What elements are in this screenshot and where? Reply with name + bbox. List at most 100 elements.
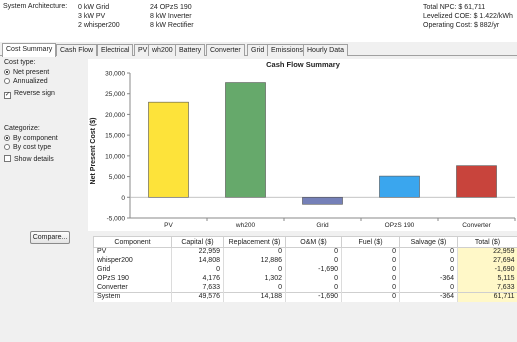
x-tick-label: OPzS 190 [385, 222, 415, 229]
architecture-item: 8 kW Rectifier [150, 22, 194, 29]
tab-electrical[interactable]: Electrical [97, 44, 134, 56]
by-component-label: By component [13, 135, 58, 142]
table-cell: 0 [341, 265, 400, 275]
column-header[interactable]: Total ($) [457, 236, 517, 248]
checkbox-icon[interactable] [4, 155, 11, 162]
system-architecture-label: System Architecture: [3, 3, 68, 10]
table-cell: 0 [341, 247, 400, 257]
column-header[interactable]: Component [93, 236, 172, 248]
table-row[interactable]: whisper200 14,808 12,886 0 0 0 27,694 [93, 256, 517, 266]
table-cell: 0 [285, 283, 342, 293]
total-npc: Total NPC: $ 61,711 [423, 4, 486, 11]
radio-selected-icon[interactable] [4, 135, 10, 141]
y-tick-label: 25,000 [105, 91, 125, 98]
categorize-label: Categorize: [4, 125, 40, 132]
bar-grid[interactable] [302, 196, 343, 205]
bar-opzs-190[interactable] [379, 175, 420, 198]
table-cell: 0 [341, 292, 400, 302]
table-cell: 0 [399, 283, 458, 293]
tab-grid[interactable]: Grid [247, 44, 269, 56]
table-cell: 5,115 [457, 274, 517, 284]
y-axis-label: Net Present Cost ($) [90, 118, 97, 185]
y-tick-label: -5,000 [107, 216, 126, 223]
architecture-item: 8 kW Inverter [150, 13, 192, 20]
table-cell: 14,188 [223, 292, 286, 302]
table-row[interactable]: System 49,576 14,188 -1,690 0 -364 61,711 [93, 292, 517, 302]
reverse-sign-label: Reverse sign [14, 90, 55, 97]
component-name-cell: PV [93, 247, 172, 257]
table-cell: 0 [223, 247, 286, 257]
table-cell: 27,694 [457, 256, 517, 266]
annualized-radio[interactable]: Annualized [4, 77, 48, 86]
table-row[interactable]: Converter 7,633 0 0 0 0 7,633 [93, 283, 517, 293]
tab-wh200[interactable]: wh200 [148, 44, 177, 56]
table-cell: 0 [399, 256, 458, 266]
y-tick-label: 0 [121, 195, 125, 202]
bar-wh200[interactable] [225, 82, 266, 198]
tab-hourly-data[interactable]: Hourly Data [303, 44, 348, 56]
component-name-cell: Converter [93, 283, 172, 293]
bar-converter[interactable] [456, 165, 497, 198]
column-header[interactable]: Salvage ($) [399, 236, 458, 248]
component-name-cell: whisper200 [93, 256, 172, 266]
tab-converter[interactable]: Converter [206, 44, 245, 56]
table-cell: -364 [399, 274, 458, 284]
cost-type-label: Cost type: [4, 59, 36, 66]
net-present-radio[interactable]: Net present [4, 68, 49, 77]
component-name-cell: OPzS 190 [93, 274, 172, 284]
table-cell: 7,633 [457, 283, 517, 293]
table-row[interactable]: Grid 0 0 -1,690 0 0 -1,690 [93, 265, 517, 275]
radio-icon[interactable] [4, 144, 10, 150]
system-architecture-panel: System Architecture: 0 kW Grid 3 kW PV 2… [0, 0, 517, 42]
tab-cost-summary[interactable]: Cost Summary [2, 43, 57, 57]
cost-table-container: Component Capital ($) Replacement ($) O&… [93, 236, 517, 302]
architecture-item: 24 OPzS 190 [150, 4, 192, 11]
radio-selected-icon[interactable] [4, 69, 10, 75]
architecture-column-2: 24 OPzS 190 8 kW Inverter 8 kW Rectifier [150, 3, 194, 30]
table-cell: 22,959 [457, 247, 517, 257]
show-details-checkbox[interactable]: Show details [4, 155, 54, 164]
table-cell: 0 [341, 256, 400, 266]
table-row[interactable]: OPzS 190 4,176 1,302 0 0 -364 5,115 [93, 274, 517, 284]
annualized-label: Annualized [13, 78, 48, 85]
column-header[interactable]: Capital ($) [171, 236, 224, 248]
bar-pv[interactable] [148, 101, 189, 198]
tab-battery[interactable]: Battery [175, 44, 206, 56]
architecture-item: 0 kW Grid [78, 4, 110, 11]
cost-table: Component Capital ($) Replacement ($) O&… [93, 236, 517, 302]
tab-cash-flow[interactable]: Cash Flow [56, 44, 98, 56]
reverse-sign-checkbox[interactable]: ✓ Reverse sign [4, 89, 55, 99]
column-header[interactable]: Fuel ($) [341, 236, 400, 248]
table-cell: 7,633 [171, 283, 224, 293]
checkbox-checked-icon[interactable]: ✓ [4, 92, 11, 99]
table-cell: -1,690 [457, 265, 517, 275]
architecture-item: 2 whisper200 [78, 22, 120, 29]
cost-summary-panel: Cost type: Net present Annualized ✓ Rever… [0, 56, 517, 342]
net-present-label: Net present [13, 69, 50, 76]
table-cell: 0 [223, 265, 286, 275]
column-header[interactable]: O&M ($) [285, 236, 342, 248]
tab-emissions[interactable]: Emissions [267, 44, 307, 56]
levelized-coe: Levelized COE: $ 1.422/kWh [423, 13, 513, 20]
table-cell: 14,808 [171, 256, 224, 266]
column-header[interactable]: Replacement ($) [223, 236, 286, 248]
by-component-radio[interactable]: By component [4, 134, 58, 143]
radio-icon[interactable] [4, 78, 10, 84]
operating-cost: Operating Cost: $ 882/yr [423, 22, 500, 29]
table-cell: -364 [399, 292, 458, 302]
table-cell: -1,690 [285, 265, 342, 275]
table-header-row: Component Capital ($) Replacement ($) O&… [93, 236, 517, 248]
cost-table-body: PV 22,959 0 0 0 0 22,959 whisper200 14,808 12,886… [93, 247, 517, 302]
x-tick-label: wh200 [235, 222, 256, 229]
table-row[interactable]: PV 22,959 0 0 0 0 22,959 [93, 247, 517, 257]
by-cost-type-radio[interactable]: By cost type [4, 143, 51, 152]
cash-flow-summary-chart: Cash Flow Summary Net Present Cost ($) -… [88, 59, 517, 231]
table-cell: 1,302 [223, 274, 286, 284]
x-tick-label: PV [164, 222, 173, 229]
table-cell: 0 [171, 265, 224, 275]
table-cell: 0 [341, 283, 400, 293]
table-cell: 0 [285, 256, 342, 266]
compare-button[interactable]: Compare... [30, 231, 70, 244]
architecture-item: 3 kW PV [78, 13, 106, 20]
table-cell: 49,576 [171, 292, 224, 302]
